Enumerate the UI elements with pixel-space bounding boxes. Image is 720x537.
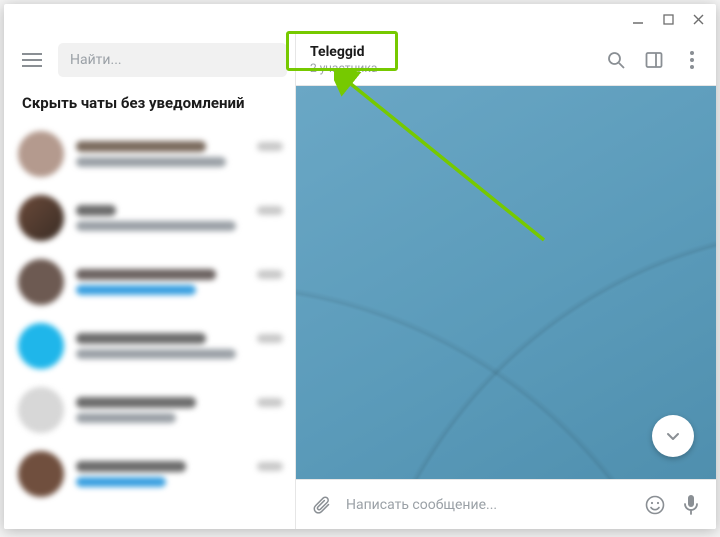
chat-item-text (76, 141, 283, 167)
minimize-button[interactable] (630, 11, 646, 27)
chat-item-text (76, 397, 283, 423)
chat-item-text (76, 333, 283, 359)
chat-item-name (76, 461, 186, 472)
avatar (18, 131, 64, 177)
chat-header: Teleggid 2 участника (296, 34, 716, 86)
chat-item-preview (76, 157, 226, 167)
avatar (18, 259, 64, 305)
chat-status: 2 участника (310, 61, 377, 75)
chat-item-name (76, 141, 206, 152)
sidebar: Найти... Скрыть чаты без уведомлений (4, 34, 296, 529)
search-input[interactable]: Найти... (58, 43, 287, 77)
search-row: Найти... (4, 34, 295, 86)
chat-item-preview (76, 349, 236, 359)
window-controls (4, 4, 716, 34)
chat-panel: Teleggid 2 участника (296, 34, 716, 529)
maximize-button[interactable] (660, 11, 676, 27)
chat-item-text (76, 269, 283, 295)
avatar (18, 387, 64, 433)
chat-item-name (76, 333, 206, 344)
search-placeholder: Найти... (70, 52, 122, 68)
chat-list[interactable] (4, 122, 295, 529)
chat-title-block[interactable]: Teleggid 2 участника (306, 44, 606, 75)
message-input[interactable]: Написать сообщение... (346, 497, 630, 513)
section-title: Скрыть чаты без уведомлений (4, 86, 295, 122)
app-window: Найти... Скрыть чаты без уведомлений Tel… (4, 4, 716, 529)
emoji-icon[interactable] (644, 494, 666, 516)
chat-item-preview (76, 221, 236, 231)
main-area: Найти... Скрыть чаты без уведомлений Tel… (4, 34, 716, 529)
chat-list-item[interactable] (4, 378, 295, 442)
chat-body[interactable] (296, 86, 716, 479)
chat-item-preview (76, 413, 176, 423)
chat-item-text (76, 461, 283, 487)
chat-item-name (76, 269, 216, 280)
scroll-to-bottom-button[interactable] (652, 415, 694, 457)
chat-list-item[interactable] (4, 122, 295, 186)
chat-item-preview (76, 477, 166, 487)
chat-title: Teleggid (310, 44, 364, 60)
chat-list-item[interactable] (4, 314, 295, 378)
chat-item-name (76, 205, 116, 216)
hamburger-menu-button[interactable] (14, 42, 50, 78)
chat-item-time (257, 334, 283, 343)
chat-item-time (257, 462, 283, 471)
chat-item-time (257, 142, 283, 151)
avatar (18, 195, 64, 241)
more-menu-icon[interactable] (682, 50, 702, 70)
close-button[interactable] (690, 11, 706, 27)
chat-item-text (76, 205, 283, 231)
chat-list-item[interactable] (4, 442, 295, 506)
avatar (18, 323, 64, 369)
side-panel-icon[interactable] (644, 50, 664, 70)
composer: Написать сообщение... (296, 479, 716, 529)
header-actions (606, 50, 706, 70)
chat-list-item[interactable] (4, 250, 295, 314)
voice-icon[interactable] (680, 494, 702, 516)
chat-item-name (76, 397, 196, 408)
chat-list-item[interactable] (4, 186, 295, 250)
message-placeholder: Написать сообщение... (346, 497, 497, 513)
search-in-chat-icon[interactable] (606, 50, 626, 70)
chat-item-time (257, 398, 283, 407)
chat-item-time (257, 206, 283, 215)
chat-item-preview (76, 285, 196, 295)
chat-item-time (257, 270, 283, 279)
attach-icon[interactable] (310, 494, 332, 516)
avatar (18, 451, 64, 497)
